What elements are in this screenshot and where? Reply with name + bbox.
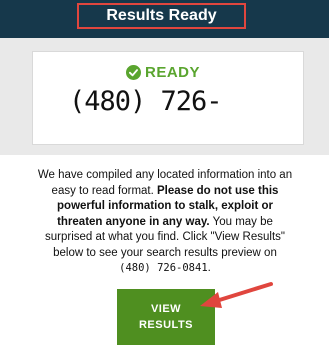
header-bar: Results Ready — [0, 0, 329, 38]
pointer-arrow-icon — [200, 282, 273, 308]
description-text: We have compiled any located information… — [36, 168, 294, 277]
status-card: READY (480) 726- — [32, 51, 304, 145]
page-title: Results Ready — [106, 7, 217, 24]
title-highlight-box: Results Ready — [77, 3, 246, 29]
description-end: . — [207, 262, 211, 274]
view-results-line2: RESULTS — [138, 319, 194, 331]
ready-label: READY — [145, 64, 201, 81]
ready-status: READY — [126, 64, 200, 81]
phone-number-partial: (480) 726- — [69, 86, 223, 117]
view-results-line1: VIEW — [150, 303, 182, 315]
check-circle-icon — [126, 65, 141, 80]
description-phone: (480) 726-0841 — [119, 262, 208, 274]
